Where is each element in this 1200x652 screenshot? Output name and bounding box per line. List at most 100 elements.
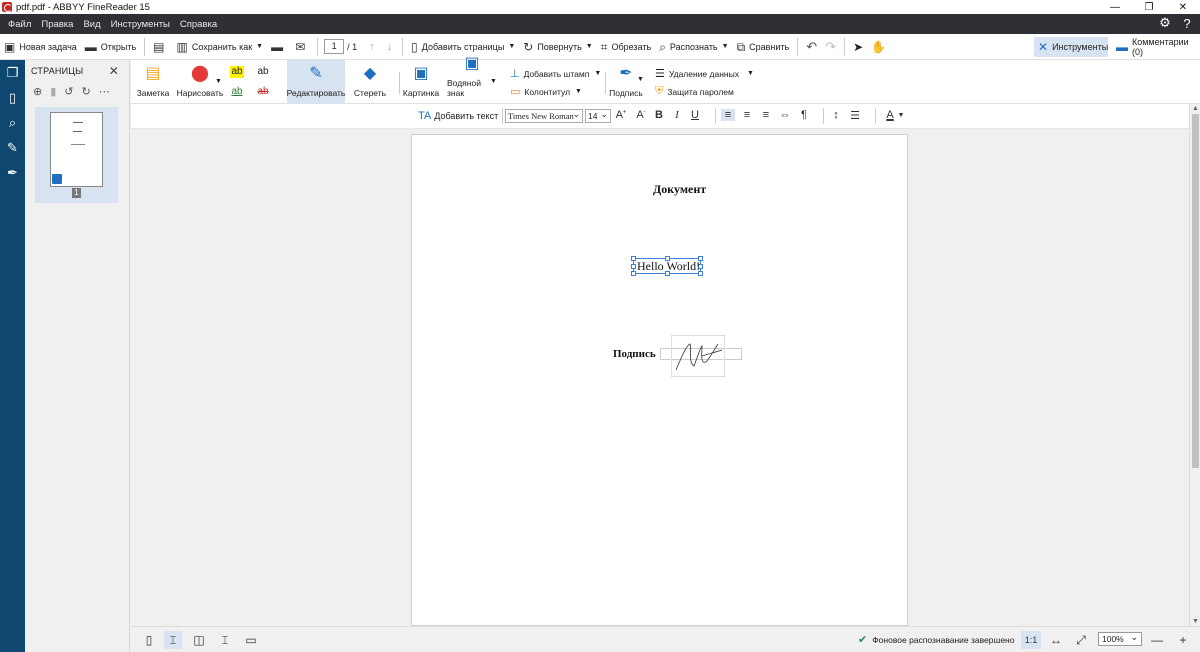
close-icon[interactable]: ✕: [109, 64, 119, 78]
more-options-icon[interactable]: ⋯: [99, 85, 110, 98]
add-page-icon[interactable]: ⊕: [33, 85, 42, 98]
save-button[interactable]: ▤: [149, 36, 172, 58]
line-spacing-icon[interactable]: ↕: [829, 109, 843, 121]
scroll-up-icon[interactable]: ▲: [1192, 105, 1199, 112]
comments-panel-button[interactable]: ▬ Комментарии (0): [1116, 37, 1200, 57]
open-button[interactable]: ▬ Открыть: [81, 36, 140, 58]
pages-view-icon[interactable]: ❐: [0, 60, 25, 85]
resize-handle[interactable]: [631, 271, 636, 276]
paragraph-icon[interactable]: ¶: [797, 109, 811, 121]
restore-button[interactable]: ❐: [1132, 0, 1166, 14]
menu-view[interactable]: Вид: [78, 19, 105, 30]
scrollbar-thumb[interactable]: [1192, 114, 1199, 468]
signature-pen-icon[interactable]: ✒: [0, 160, 25, 185]
chevron-down-icon[interactable]: ▼: [490, 78, 497, 85]
actual-size-button[interactable]: 1:1: [1021, 631, 1041, 649]
image-button[interactable]: ▣ Картинка: [401, 60, 441, 104]
compare-button[interactable]: ⧉ Сравнить: [733, 36, 794, 58]
hello-text[interactable]: Hello World!: [637, 259, 700, 274]
resize-handle[interactable]: [631, 264, 636, 269]
fullscreen-monitor-icon[interactable]: ▭: [242, 631, 260, 649]
recognize-button[interactable]: ⌕ Распознать ▼: [655, 36, 732, 58]
crop-button[interactable]: ⌗ Обрезать: [597, 36, 655, 58]
rotate-right-icon[interactable]: ↻: [82, 85, 91, 98]
page-thumbnail-selected[interactable]: 1: [35, 107, 118, 203]
zoom-in-icon[interactable]: +: [1174, 631, 1192, 649]
delete-page-icon[interactable]: ▮: [50, 85, 56, 98]
document-title[interactable]: Документ: [653, 182, 706, 197]
signature-label-text[interactable]: Подпись: [613, 348, 656, 360]
search-icon[interactable]: ⌕: [0, 110, 25, 135]
help-question-icon[interactable]: ?: [1180, 16, 1194, 31]
strikethrough-icon[interactable]: ab: [256, 86, 270, 98]
vertical-scrollbar[interactable]: ▲ ▼: [1189, 104, 1200, 626]
attachment-paperclip-icon[interactable]: ✎: [0, 135, 25, 160]
rotate-button[interactable]: ↻ Повернуть ▼: [519, 36, 596, 58]
remove-data-button[interactable]: ☰ Удаление данных ▼: [655, 67, 754, 80]
highlight-icon[interactable]: ab: [230, 66, 244, 78]
align-center-icon[interactable]: ≡: [740, 109, 754, 121]
minimize-button[interactable]: —: [1098, 0, 1132, 14]
zoom-level-select[interactable]: 100%: [1098, 631, 1142, 646]
tools-panel-button[interactable]: ✕ Инструменты: [1034, 37, 1108, 57]
page-number-input[interactable]: 1: [324, 39, 345, 54]
chevron-down-icon[interactable]: ▼: [215, 78, 222, 85]
font-family-select[interactable]: Times New Roman: [505, 108, 583, 123]
settings-gear-icon[interactable]: ⚙: [1158, 15, 1172, 30]
fit-page-icon[interactable]: ⤢: [1072, 631, 1090, 649]
resize-handle[interactable]: [631, 256, 636, 261]
header-footer-button[interactable]: ▭ Колонтитул ▼: [510, 85, 582, 98]
save-as-button[interactable]: ▥ Сохранить как ▼: [173, 36, 268, 58]
next-page-arrow-icon[interactable]: ↓: [387, 41, 393, 53]
redo-icon[interactable]: ↷: [821, 36, 840, 58]
text-style-icon[interactable]: ab: [256, 66, 270, 78]
menu-edit[interactable]: Правка: [36, 19, 78, 30]
two-page-view-icon[interactable]: ◫: [190, 631, 208, 649]
chevron-down-icon[interactable]: ▼: [637, 76, 644, 83]
justify-icon[interactable]: ⇔: [778, 109, 792, 121]
toolbar-divider: [317, 37, 319, 56]
window-controls: — ❐ ✕: [1098, 0, 1200, 14]
undo-icon[interactable]: ↶: [802, 36, 821, 58]
menu-tools[interactable]: Инструменты: [106, 19, 175, 30]
underline-icon[interactable]: U: [688, 109, 702, 121]
password-protect-button[interactable]: ⛨ Защита паролем: [655, 85, 734, 98]
select-cursor-icon[interactable]: ➤: [849, 36, 867, 58]
decrease-font-icon[interactable]: A-: [634, 109, 648, 121]
add-text-button[interactable]: TA Добавить текст: [418, 108, 498, 124]
bold-icon[interactable]: B: [652, 109, 666, 121]
rotate-left-icon[interactable]: ↺: [64, 85, 73, 98]
fit-width-icon[interactable]: ↔: [1047, 631, 1065, 649]
bookmark-icon[interactable]: ▯: [0, 85, 25, 110]
edit-button[interactable]: ✎ Редактировать: [287, 60, 345, 104]
previous-page-arrow-icon[interactable]: ↑: [369, 41, 375, 53]
erase-button[interactable]: ◆ Стереть: [350, 60, 390, 104]
menu-file[interactable]: Файл: [3, 19, 36, 30]
scroll-view-icon[interactable]: ⌶: [164, 631, 182, 649]
selected-text-block[interactable]: Hello World!: [631, 256, 703, 276]
signature-image[interactable]: [671, 335, 725, 377]
zoom-out-icon[interactable]: —: [1148, 631, 1166, 649]
note-button[interactable]: ▤ Заметка: [135, 60, 171, 104]
print-button[interactable]: ▬: [267, 36, 291, 58]
two-page-scroll-icon[interactable]: ⌶: [216, 631, 234, 649]
italic-icon[interactable]: I: [670, 109, 684, 121]
menu-help[interactable]: Справка: [175, 19, 222, 30]
add-pages-button[interactable]: ▯ Добавить страницы ▼: [407, 36, 519, 58]
font-size-select[interactable]: 14: [585, 108, 611, 123]
document-page[interactable]: Документ Hello World! Подпись: [411, 134, 908, 626]
page-thumbnail[interactable]: [50, 112, 103, 187]
align-left-icon[interactable]: ≡: [721, 109, 735, 121]
chevron-down-icon[interactable]: ▼: [894, 112, 908, 119]
increase-font-icon[interactable]: A+: [614, 109, 628, 121]
single-page-view-icon[interactable]: ▯: [140, 631, 158, 649]
new-task-button[interactable]: ▣ Новая задача: [0, 36, 81, 58]
align-right-icon[interactable]: ≡: [759, 109, 773, 121]
underline-icon[interactable]: ab: [230, 86, 244, 98]
hand-pan-icon[interactable]: ✋: [867, 36, 890, 58]
scroll-down-icon[interactable]: ▼: [1192, 618, 1199, 625]
paragraph-spacing-icon[interactable]: ☰: [848, 109, 862, 122]
close-button[interactable]: ✕: [1166, 0, 1200, 14]
add-stamp-button[interactable]: ⊥ Добавить штамп ▼: [510, 67, 601, 80]
email-button[interactable]: ✉: [291, 36, 313, 58]
